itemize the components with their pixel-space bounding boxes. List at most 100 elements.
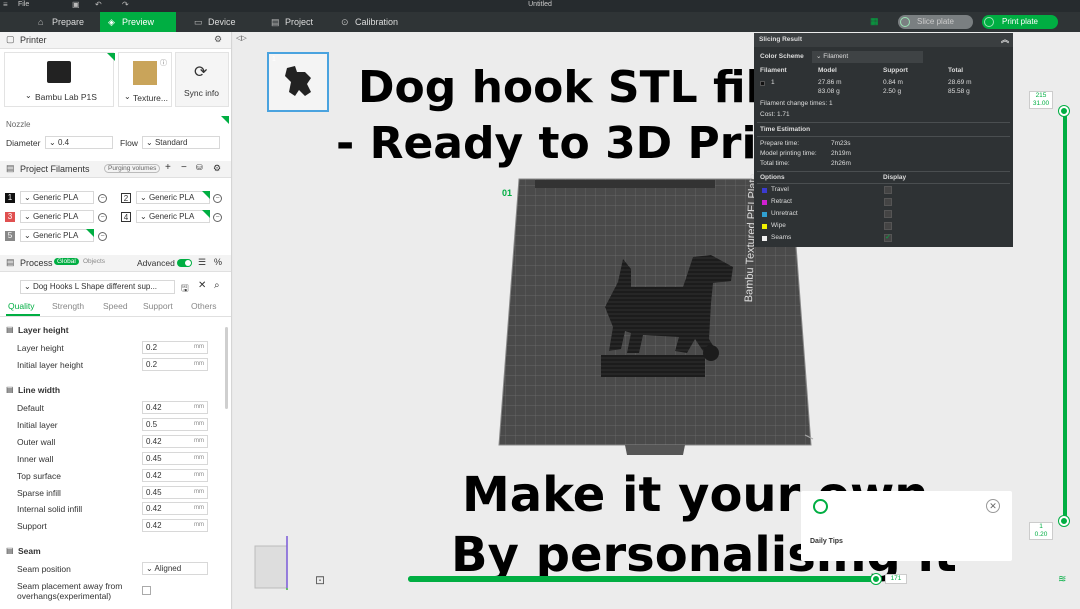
tab-others[interactable]: Others <box>191 301 217 311</box>
filament-select[interactable]: ⌄ Generic PLA <box>136 210 210 223</box>
divider <box>757 171 1010 172</box>
printer-image <box>47 61 71 83</box>
diameter-select[interactable]: ⌄ 0.4 <box>45 136 113 149</box>
line-width-input[interactable]: 0.42 mm <box>142 502 208 515</box>
printer-card[interactable]: ⌄ Bambu Lab P1S <box>4 52 115 107</box>
sync-filament-icon[interactable]: ⛁ <box>196 163 203 172</box>
chevron-down-icon: ⌄ <box>25 91 32 100</box>
list-icon[interactable]: ☰ <box>198 257 206 268</box>
option-unretract: Unretract <box>771 210 798 217</box>
info-icon[interactable]: ⓘ <box>160 58 167 68</box>
filament-select[interactable]: ⌄ Generic PLA <box>20 191 94 204</box>
advanced-switch[interactable] <box>177 259 192 267</box>
filament-select[interactable]: ⌄ Generic PLA <box>20 210 94 223</box>
gear-icon[interactable]: ⚙ <box>214 34 222 45</box>
divider <box>0 316 231 317</box>
global-toggle[interactable]: Global <box>54 258 79 265</box>
slice-plate-button[interactable]: Slice plate <box>898 15 973 29</box>
color-scheme-select[interactable]: ⌄ Filament <box>812 51 923 63</box>
value: 0.5 <box>146 420 158 429</box>
remove-filament-icon[interactable]: − <box>98 232 107 241</box>
seam-position-select[interactable]: ⌄ Aligned <box>142 562 208 575</box>
gear-icon[interactable]: ⚙ <box>213 163 221 174</box>
divider <box>757 183 1010 184</box>
line-width-input[interactable]: 0.42 mm <box>142 435 208 448</box>
unit: mm <box>194 505 204 511</box>
save-preset-icon[interactable]: 🖫 <box>181 281 189 297</box>
process-preset-select[interactable]: ⌄ Dog Hooks L Shape different sup... <box>20 280 175 294</box>
layers-icon[interactable]: ≋ <box>1058 574 1066 585</box>
objects-toggle[interactable]: Objects <box>83 258 105 265</box>
tab-speed[interactable]: Speed <box>103 301 128 311</box>
dog-model[interactable] <box>583 247 743 382</box>
line-width-input[interactable]: 0.42 mm <box>142 469 208 482</box>
display-heading: Display <box>883 174 907 181</box>
tab-support[interactable]: Support <box>143 301 173 311</box>
tab-project[interactable]: ▤ Project <box>263 12 333 32</box>
move-slider-track[interactable] <box>408 576 878 582</box>
line-width-input[interactable]: 0.45 mm <box>142 452 208 465</box>
layer-top-handle[interactable] <box>1059 106 1069 116</box>
line-width-input[interactable]: 0.5 mm <box>142 418 208 431</box>
initial-layer-height-input[interactable]: 0.2 mm <box>142 358 208 371</box>
line-width-input[interactable]: 0.45 mm <box>142 486 208 499</box>
chevron-down-icon: ⌄ <box>146 138 155 147</box>
retract-checkbox[interactable] <box>884 198 892 206</box>
view-gizmo[interactable] <box>251 532 295 592</box>
wipe-checkbox[interactable] <box>884 222 892 230</box>
plate-thumbnail[interactable]: 1 <box>267 52 329 112</box>
remove-icon[interactable]: − <box>181 162 187 173</box>
search-icon[interactable]: ⌕ <box>214 280 220 291</box>
unretract-checkbox[interactable] <box>884 210 892 218</box>
tab-quality[interactable]: Quality <box>8 301 34 311</box>
filament-icon: ▤ <box>6 163 15 173</box>
scrollbar[interactable] <box>225 327 228 409</box>
remove-filament-icon[interactable]: − <box>213 213 222 222</box>
purging-volumes-button[interactable]: Purging volumes <box>104 164 161 173</box>
tab-device[interactable]: ▭ Device <box>186 12 256 32</box>
remove-filament-icon[interactable]: − <box>98 213 107 222</box>
line-width-label: Sparse infill <box>17 488 61 498</box>
remove-filament-icon[interactable]: − <box>213 194 222 203</box>
line-width-input[interactable]: 0.42 mm <box>142 401 208 414</box>
tab-preview[interactable]: ◈ Preview <box>100 12 176 32</box>
filament-select[interactable]: ⌄ Generic PLA <box>20 229 94 242</box>
layer-height-input[interactable]: 0.2 mm <box>142 341 208 354</box>
model-length: 27.86 m <box>818 79 842 86</box>
filament-select[interactable]: ⌄ Generic PLA <box>136 191 210 204</box>
remove-filament-icon[interactable]: − <box>98 194 107 203</box>
line-width-label: Outer wall <box>17 437 56 447</box>
plate-card[interactable]: ⓘ ⌄ Texture... <box>118 52 172 107</box>
move-slider-handle[interactable] <box>871 574 881 584</box>
compare-icon[interactable]: % <box>214 257 222 267</box>
tab-calibration[interactable]: ⊙ Calibration <box>333 12 423 32</box>
add-icon[interactable]: + <box>165 162 171 173</box>
sync-info-button[interactable]: ⟳ Sync info <box>175 52 229 107</box>
multi-plate-icon[interactable]: ▦ <box>870 16 879 27</box>
total-time-label: Total time: <box>760 160 790 167</box>
unit: mm <box>194 472 204 478</box>
close-icon[interactable]: ✕ <box>986 499 1000 513</box>
flow-select[interactable]: ⌄ Standard <box>142 136 220 149</box>
filament-swatch <box>760 81 765 86</box>
layer-top-label: 215 31.00 <box>1029 91 1053 109</box>
tab-prepare[interactable]: ⌂ Prepare <box>30 12 100 32</box>
close-icon[interactable]: ✕ <box>198 280 206 291</box>
fit-view-icon[interactable]: ⊡ <box>315 573 325 587</box>
layer-slider-track[interactable] <box>1063 109 1067 521</box>
travel-checkbox[interactable] <box>884 186 892 194</box>
seam-away-checkbox[interactable] <box>142 586 151 595</box>
diameter-label: Diameter <box>6 138 41 148</box>
layer-height-label: Layer height <box>17 343 64 353</box>
print-plate-button[interactable]: Print plate <box>982 15 1058 29</box>
layer-bottom-handle[interactable] <box>1059 516 1069 526</box>
tab-strength[interactable]: Strength <box>52 301 84 311</box>
line-width-input[interactable]: 0.42 mm <box>142 519 208 532</box>
seams-checkbox[interactable]: ✓ <box>884 234 892 242</box>
cube-icon: ◈ <box>108 17 115 27</box>
corner-marker <box>221 116 229 124</box>
layer-height-icon: ▤ <box>6 325 14 334</box>
col-model: Model <box>818 67 837 74</box>
collapse-sidebar-icon[interactable]: ◁▷ <box>236 34 247 42</box>
collapse-icon[interactable]: ︽ <box>1001 33 1009 47</box>
